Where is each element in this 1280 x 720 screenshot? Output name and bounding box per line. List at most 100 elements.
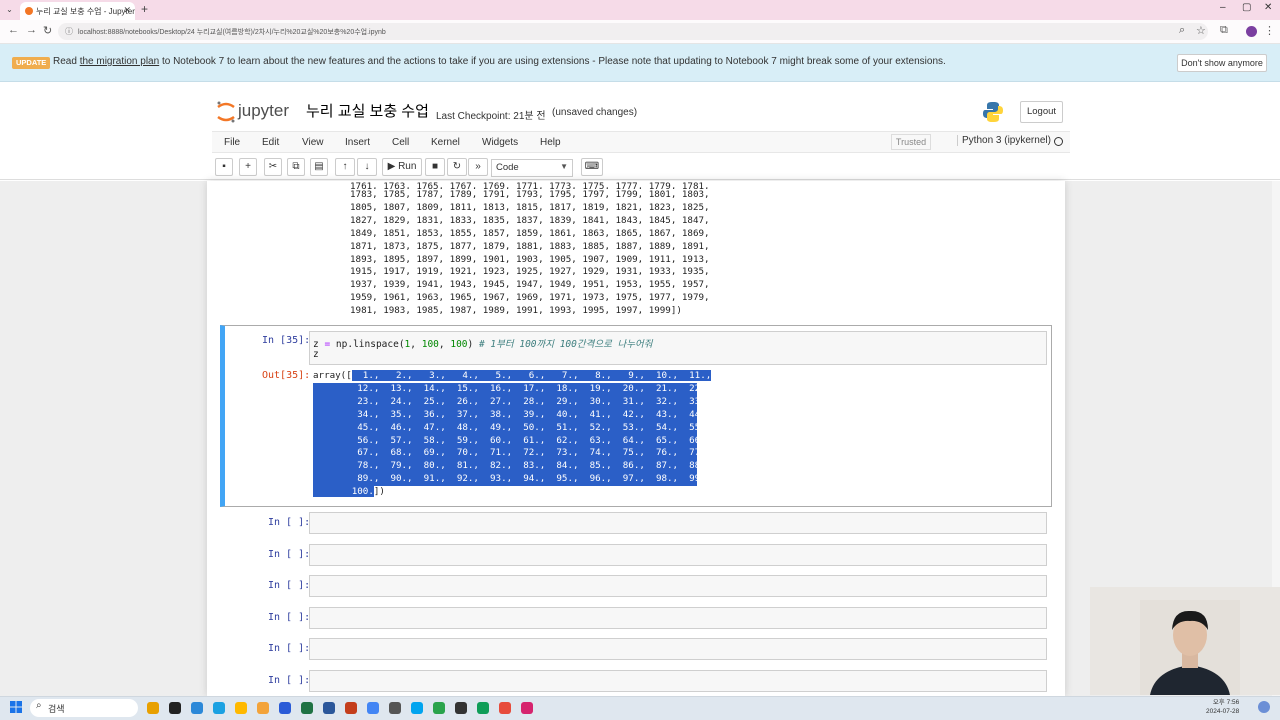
- code-call: np.linspace(: [335, 339, 405, 350]
- windows-start-icon[interactable]: [10, 701, 22, 713]
- kakaotalk-icon[interactable]: [235, 702, 247, 714]
- run-label: Run: [398, 161, 417, 172]
- unsaved-changes-label: (unsaved changes): [552, 107, 638, 118]
- close-window-button[interactable]: ✕: [1264, 2, 1272, 13]
- cut-icon[interactable]: ✂: [264, 158, 282, 176]
- update-banner: UPDATE Read the migration plan to Notebo…: [0, 44, 1280, 82]
- move-up-icon[interactable]: ↑: [335, 158, 355, 176]
- vscode-icon[interactable]: [279, 702, 291, 714]
- browser-menu-icon[interactable]: ⋮: [1264, 24, 1275, 37]
- python-logo-icon: [983, 102, 1003, 122]
- browser-tab-bar: ⌄ 누리 교실 보충 수업 - Jupyter ✕ + – ▢ ✕: [0, 0, 1280, 20]
- profile-avatar[interactable]: [1246, 26, 1257, 37]
- terminal-icon[interactable]: [455, 702, 467, 714]
- obs-icon[interactable]: [499, 702, 511, 714]
- word-icon[interactable]: [323, 702, 335, 714]
- output-line: 56., 57., 58., 59., 60., 61., 62., 63., …: [313, 434, 712, 448]
- input-prompt: In [ ]:: [268, 517, 311, 528]
- menu-kernel[interactable]: Kernel: [431, 137, 460, 148]
- output-line: 78., 79., 80., 81., 82., 83., 84., 85., …: [313, 460, 712, 474]
- tab-close-icon[interactable]: ✕: [123, 5, 131, 16]
- new-tab-button[interactable]: +: [141, 2, 148, 16]
- menu-view[interactable]: View: [302, 137, 324, 148]
- menu-cell[interactable]: Cell: [392, 137, 409, 148]
- notebook-title[interactable]: 누리 교실 보충 수업: [306, 100, 429, 121]
- clock-date: 2024-07-28: [1206, 708, 1240, 715]
- url-field[interactable]: ⓘ localhost:8888/notebooks/Desktop/24 누리…: [58, 23, 1208, 40]
- chrome-icon[interactable]: [213, 702, 225, 714]
- browser-tab[interactable]: 누리 교실 보충 수업 - Jupyter ✕: [20, 2, 135, 20]
- copy-icon[interactable]: ⧉: [287, 158, 305, 176]
- reload-icon[interactable]: ↻: [43, 24, 52, 37]
- minimize-button[interactable]: –: [1220, 2, 1226, 13]
- cell-output-array: array([ 1., 2., 3., 4., 5., 6., 7., 8., …: [313, 370, 712, 499]
- empty-code-cell-input[interactable]: [309, 543, 1047, 566]
- trusted-indicator[interactable]: Trusted: [891, 134, 931, 150]
- notes-icon[interactable]: [257, 702, 269, 714]
- zoom-icon[interactable]: ⌕: [1179, 24, 1185, 37]
- bookmark-star-icon[interactable]: ☆: [1196, 24, 1206, 37]
- dont-show-anymore-button[interactable]: Don't show anymore: [1177, 54, 1267, 72]
- restart-icon[interactable]: ↻: [447, 158, 467, 176]
- menu-help[interactable]: Help: [540, 137, 561, 148]
- jupyter-app-icon[interactable]: [433, 702, 445, 714]
- empty-code-cell-input[interactable]: [309, 512, 1047, 534]
- empty-code-cell-input[interactable]: [309, 669, 1047, 692]
- empty-code-cell-input[interactable]: [309, 638, 1047, 660]
- maximize-button[interactable]: ▢: [1242, 2, 1251, 13]
- excel-icon[interactable]: [301, 702, 313, 714]
- system-clock[interactable]: 오후 7:56 2024-07-28: [1206, 698, 1239, 716]
- chevron-down-icon: ▼: [560, 162, 568, 171]
- menu-edit[interactable]: Edit: [262, 137, 279, 148]
- move-down-icon[interactable]: ↓: [357, 158, 377, 176]
- chrome-profile-icon[interactable]: [367, 702, 379, 714]
- last-checkpoint: Last Checkpoint: 21분 전: [436, 111, 546, 122]
- task-view-icon[interactable]: [169, 702, 181, 714]
- output-line: 1849, 1851, 1853, 1855, 1857, 1859, 1861…: [350, 227, 710, 239]
- jupyter-logo-icon[interactable]: [215, 100, 237, 124]
- output-line: 1827, 1829, 1831, 1833, 1835, 1837, 1839…: [350, 214, 710, 226]
- array-prefix: array([: [313, 370, 352, 381]
- banner-text-before: Read: [53, 56, 80, 67]
- menu-file[interactable]: File: [224, 137, 240, 148]
- update-badge: UPDATE: [12, 57, 51, 69]
- migration-plan-link[interactable]: the migration plan: [80, 56, 160, 67]
- logout-button[interactable]: Logout: [1020, 101, 1063, 123]
- interrupt-icon[interactable]: ■: [425, 158, 445, 176]
- banner-message: Read the migration plan to Notebook 7 to…: [53, 56, 946, 67]
- r-icon[interactable]: [389, 702, 401, 714]
- extensions-icon[interactable]: ⧉: [1220, 24, 1228, 37]
- file-explorer-icon[interactable]: [147, 702, 159, 714]
- kernel-name[interactable]: Python 3 (ipykernel): [957, 135, 1051, 146]
- menu-widgets[interactable]: Widgets: [482, 137, 518, 148]
- output-line: 100.]): [313, 486, 697, 499]
- site-info-icon[interactable]: ⓘ: [65, 26, 73, 37]
- code-line-1: z = np.linspace(1, 100, 100) # 1부터 100까지…: [313, 339, 653, 350]
- chrome-alt-icon[interactable]: [477, 702, 489, 714]
- taskbar-search[interactable]: ⌕ 검색: [30, 699, 138, 717]
- cell-type-select[interactable]: Code ▼: [491, 159, 573, 177]
- cell-type-value: Code: [496, 162, 519, 173]
- forward-arrow-icon[interactable]: →: [26, 24, 37, 36]
- previous-cell-output: 1761, 1763, 1765, 1767, 1769, 1771, 1773…: [350, 181, 710, 318]
- powerpoint-icon[interactable]: [345, 702, 357, 714]
- paste-icon[interactable]: ▤: [310, 158, 328, 176]
- empty-code-cell-input[interactable]: [309, 575, 1047, 597]
- tab-search-icon[interactable]: ⌄: [3, 3, 16, 16]
- zoom-icon[interactable]: [521, 702, 533, 714]
- run-button[interactable]: ▶ Run: [382, 158, 422, 176]
- save-icon[interactable]: ▪: [215, 158, 233, 176]
- code-eq: =: [318, 339, 336, 350]
- back-arrow-icon[interactable]: ←: [8, 24, 19, 36]
- menu-insert[interactable]: Insert: [345, 137, 370, 148]
- keyboard-icon[interactable]: ⌨: [581, 158, 603, 176]
- array-suffix: ]): [373, 486, 385, 498]
- restart-run-all-icon[interactable]: »: [468, 158, 488, 176]
- output-line: 67., 68., 69., 70., 71., 72., 73., 74., …: [313, 447, 712, 461]
- edge-icon[interactable]: [191, 702, 203, 714]
- jupyter-logo-text[interactable]: jupyter: [238, 101, 289, 121]
- empty-code-cell-input[interactable]: [309, 606, 1047, 629]
- copilot-icon[interactable]: [1258, 701, 1270, 713]
- search-app-icon[interactable]: [411, 702, 423, 714]
- add-cell-icon[interactable]: +: [239, 158, 257, 176]
